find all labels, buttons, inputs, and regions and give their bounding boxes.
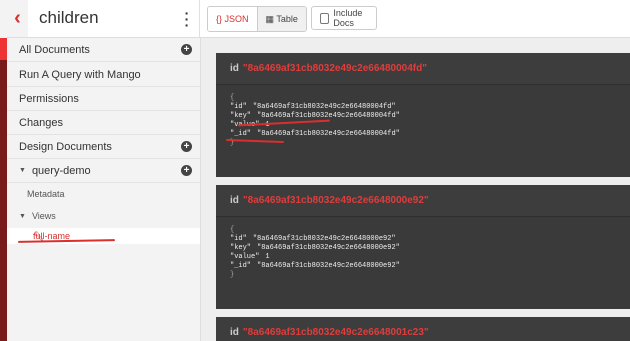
sidebar: All Documents + Run A Query with Mango P… [7, 38, 201, 341]
sidebar-item-design-doc[interactable]: ▼ query-demo + [7, 159, 200, 183]
table-view-button[interactable]: ▦ Table [257, 7, 306, 31]
json-row: "_id" "8a6469af31cb8032e49c2e66480004fd" [230, 130, 630, 139]
sidebar-item-design-documents[interactable]: Design Documents + [7, 135, 200, 159]
sidebar-item-label: Views [31, 211, 56, 221]
id-label: id [230, 195, 239, 206]
document-json: { "id" "8a6469af31cb8032e49c2e66480004fd"… [216, 85, 630, 177]
checkbox-icon[interactable] [320, 12, 330, 24]
kebab-menu-icon[interactable]: · · · [183, 6, 191, 32]
close-brace: } [230, 271, 235, 279]
sidebar-item-label: Run A Query with Mango [19, 68, 141, 81]
document-header[interactable]: id "8a6469af31cb8032e49c2e6648000e92" [216, 185, 630, 217]
add-icon[interactable]: + [181, 141, 192, 152]
sidebar-item-label: Changes [19, 116, 64, 129]
document-card[interactable]: id "8a6469af31cb8032e49c2e6648001c23" [216, 317, 630, 341]
id-label: id [230, 63, 239, 74]
back-button[interactable]: ‹ [7, 0, 28, 37]
json-key: "key" [230, 244, 252, 252]
document-header[interactable]: id "8a6469af31cb8032e49c2e66480004fd" [216, 53, 630, 85]
json-row: "_id" "8a6469af31cb8032e49c2e6648000e92" [230, 262, 630, 271]
caret-down-icon: ▼ [19, 212, 26, 220]
document-header[interactable]: id "8a6469af31cb8032e49c2e6648001c23" [216, 317, 630, 341]
sidebar-item-views[interactable]: ▼ Views [7, 206, 200, 226]
json-key: "key" [230, 112, 252, 120]
json-value: "8a6469af31cb8032e49c2e6648000e92" [252, 235, 396, 243]
nav-strip-lower [0, 60, 7, 341]
app-nav-strip [0, 0, 7, 341]
json-key: "id" [230, 103, 247, 111]
document-id: "8a6469af31cb8032e49c2e6648000e92" [242, 195, 429, 206]
json-value: 1 [265, 253, 270, 261]
sidebar-item-permissions[interactable]: Permissions [7, 87, 200, 111]
document-card[interactable]: id "8a6469af31cb8032e49c2e66480004fd" { … [216, 53, 630, 177]
json-value: "8a6469af31cb8032e49c2e6648000e92" [257, 262, 400, 270]
document-id: "8a6469af31cb8032e49c2e66480004fd" [242, 63, 427, 74]
json-row: "id" "8a6469af31cb8032e49c2e66480004fd" [230, 103, 630, 112]
sidebar-item-changes[interactable]: Changes [7, 111, 200, 135]
json-row: "value" 1 [230, 253, 630, 262]
open-brace: { [230, 226, 235, 234]
id-label: id [230, 327, 239, 338]
sidebar-item-label: query-demo [31, 164, 91, 177]
database-title: children [39, 8, 99, 27]
json-value: "8a6469af31cb8032e49c2e66480004fd" [257, 130, 400, 138]
active-nav-marker [0, 38, 7, 60]
close-brace: } [230, 139, 235, 147]
json-row: "id" "8a6469af31cb8032e49c2e6648000e92" [230, 235, 630, 244]
header-divider [199, 0, 200, 37]
json-row: "key" "8a6469af31cb8032e49c2e66480004fd" [230, 112, 630, 121]
json-row: "key" "8a6469af31cb8032e49c2e6648000e92" [230, 244, 630, 253]
document-card[interactable]: id "8a6469af31cb8032e49c2e6648000e92" { … [216, 185, 630, 309]
json-view-button[interactable]: {} JSON [208, 7, 258, 31]
chevron-left-icon: ‹ [14, 7, 21, 29]
sidebar-item-label: All Documents [19, 43, 90, 56]
sidebar-item-all-documents[interactable]: All Documents + [7, 38, 200, 62]
open-brace: { [230, 94, 235, 102]
caret-down-icon: ▼ [19, 167, 26, 174]
json-key: "_id" [230, 262, 252, 270]
sidebar-item-label: Design Documents [19, 140, 112, 153]
json-value: "8a6469af31cb8032e49c2e66480004fd" [252, 103, 396, 111]
sidebar-item-run-query[interactable]: Run A Query with Mango [7, 63, 200, 87]
json-key: "_id" [230, 130, 252, 138]
json-key: "value" [230, 253, 260, 261]
view-toggle: {} JSON ▦ Table [207, 6, 307, 32]
sidebar-item-label: Permissions [19, 92, 79, 105]
json-key: "id" [230, 235, 247, 243]
document-json: { "id" "8a6469af31cb8032e49c2e6648000e92"… [216, 217, 630, 309]
add-icon[interactable]: + [181, 165, 192, 176]
include-docs-label: Include Docs [333, 8, 363, 28]
results-panel: id "8a6469af31cb8032e49c2e66480004fd" { … [201, 38, 630, 341]
document-id: "8a6469af31cb8032e49c2e6648001c23" [242, 327, 429, 338]
add-icon[interactable]: + [181, 44, 192, 55]
include-docs-toggle[interactable]: Include Docs [311, 6, 377, 30]
top-bar: ‹ children · · · {} JSON ▦ Table Include D… [7, 0, 630, 38]
sidebar-item-label: Metadata [27, 189, 65, 199]
sidebar-item-metadata[interactable]: Metadata [7, 184, 200, 204]
json-value: "8a6469af31cb8032e49c2e6648000e92" [257, 244, 400, 252]
